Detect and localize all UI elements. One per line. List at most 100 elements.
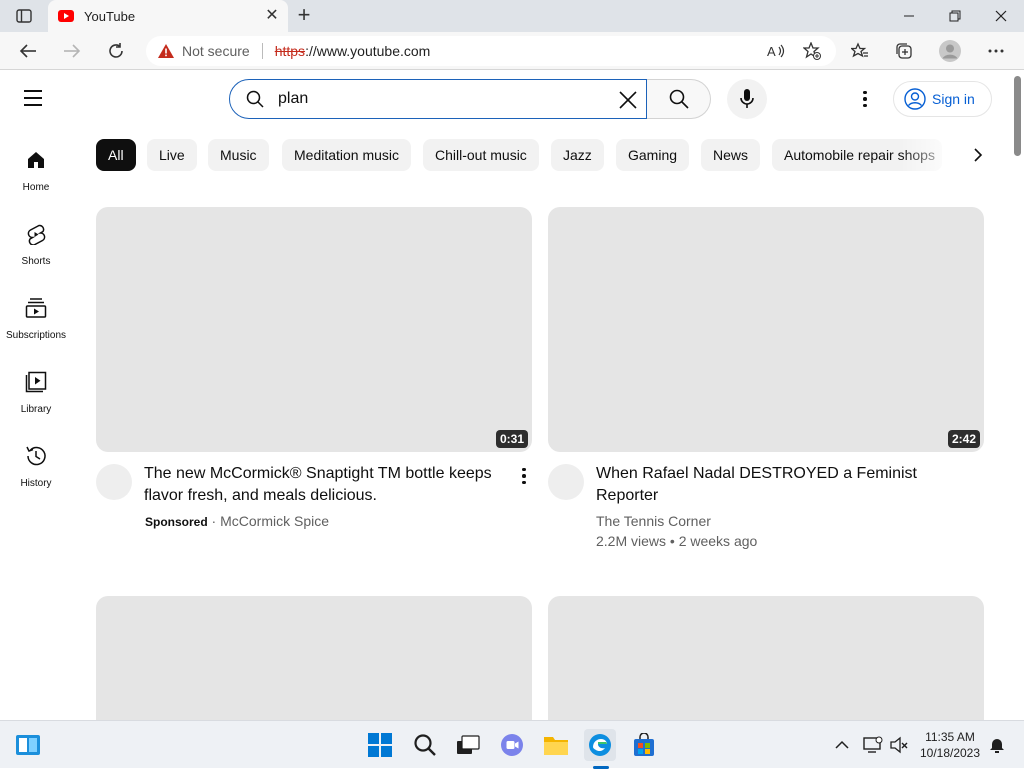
chip-gaming[interactable]: Gaming: [616, 139, 690, 171]
back-button[interactable]: [13, 36, 43, 66]
close-icon: [995, 10, 1007, 22]
new-tab-button[interactable]: +: [292, 4, 316, 28]
scrollbar-thumb[interactable]: [1014, 76, 1021, 156]
taskbar-search-button[interactable]: [409, 729, 441, 761]
add-favorite-button[interactable]: [797, 36, 827, 66]
url-host: ://www.youtube.com: [305, 43, 431, 59]
sidebar-item-label: Home: [22, 182, 50, 193]
search-input[interactable]: [278, 90, 598, 108]
task-view-button[interactable]: [452, 729, 484, 761]
chip-meditation-music[interactable]: Meditation music: [282, 139, 412, 171]
search-button[interactable]: [647, 79, 711, 119]
chat-icon: [501, 734, 523, 756]
system-clock[interactable]: 11:35 AM 10/18/2023: [918, 729, 982, 761]
network-status-button[interactable]: [860, 729, 886, 761]
video-menu-button[interactable]: [512, 464, 536, 488]
profile-button[interactable]: [935, 36, 965, 66]
chevron-up-icon: [835, 740, 849, 749]
tab-actions-button[interactable]: [12, 6, 36, 26]
start-button[interactable]: [364, 729, 396, 761]
account-circle-icon: [904, 88, 926, 110]
video-thumbnail[interactable]: 2:42: [548, 207, 984, 452]
sidebar-item-history[interactable]: History: [0, 440, 72, 514]
video-duration: 2:42: [947, 430, 980, 448]
channel-name[interactable]: The Tennis Corner: [596, 511, 711, 531]
collections-button[interactable]: [889, 36, 919, 66]
settings-menu-button[interactable]: [981, 36, 1011, 66]
voice-search-button[interactable]: [727, 79, 767, 119]
address-bar[interactable]: Not secure https://www.youtube.com: [146, 36, 836, 66]
channel-avatar[interactable]: [96, 464, 132, 500]
close-window-button[interactable]: [978, 0, 1024, 32]
read-aloud-button[interactable]: A: [761, 36, 791, 66]
close-icon: [619, 91, 637, 109]
dot: [522, 467, 526, 472]
browser-tab-youtube[interactable]: YouTube ✕: [48, 0, 288, 32]
sidebar-item-label: History: [20, 478, 52, 489]
chip-jazz[interactable]: Jazz: [551, 139, 604, 171]
favorites-button[interactable]: [845, 36, 875, 66]
url-scheme: https: [274, 43, 306, 59]
chip-music[interactable]: Music: [208, 139, 269, 171]
clear-search-button[interactable]: [616, 88, 640, 112]
teams-chat-button[interactable]: [496, 729, 528, 761]
close-tab-icon[interactable]: ✕: [262, 6, 282, 26]
search-box[interactable]: [229, 79, 647, 119]
forward-button[interactable]: [57, 36, 87, 66]
volume-button[interactable]: [886, 729, 912, 761]
shorts-icon: [24, 222, 48, 246]
refresh-button[interactable]: [101, 36, 131, 66]
video-thumbnail[interactable]: 0:31: [96, 207, 532, 452]
edge-icon: [589, 734, 611, 756]
url-text[interactable]: https://www.youtube.com: [275, 43, 431, 59]
minimize-button[interactable]: [886, 0, 932, 32]
chevron-right-icon: [974, 148, 983, 162]
dot: [863, 90, 867, 95]
settings-more-button[interactable]: [853, 87, 877, 111]
back-arrow-icon: [19, 44, 36, 58]
show-hidden-icons-button[interactable]: [830, 729, 854, 761]
favorites-icon: [851, 42, 868, 58]
chips-next-button[interactable]: [966, 143, 990, 167]
guide-menu-button[interactable]: [24, 86, 48, 110]
task-view-icon: [457, 735, 480, 754]
refresh-icon: [109, 43, 123, 58]
channel-avatar[interactable]: [548, 464, 584, 500]
chip-chill-out-music[interactable]: Chill-out music: [423, 139, 539, 171]
chip-news[interactable]: News: [701, 139, 761, 171]
file-explorer-button[interactable]: [540, 729, 572, 761]
clock-time: 11:35 AM: [925, 730, 975, 744]
minimize-icon: [904, 15, 914, 17]
widgets-button[interactable]: [12, 729, 44, 761]
microsoft-store-button[interactable]: [628, 729, 660, 761]
speaker-muted-icon: [890, 736, 908, 754]
warning-icon[interactable]: [158, 44, 174, 58]
video-thumbnail[interactable]: [548, 596, 984, 720]
restore-icon: [949, 10, 961, 22]
network-monitor-icon: [863, 736, 883, 753]
chip-all[interactable]: All: [96, 139, 136, 171]
channel-name[interactable]: McCormick Spice: [220, 513, 329, 529]
widgets-icon: [16, 735, 40, 755]
search-icon: [414, 734, 436, 756]
star-add-icon: [803, 42, 821, 60]
read-aloud-icon: A: [767, 44, 785, 59]
sign-in-button[interactable]: Sign in: [893, 81, 992, 117]
chip-live[interactable]: Live: [147, 139, 197, 171]
video-title[interactable]: The new McCormick® Snaptight TM bottle k…: [144, 463, 504, 507]
sponsored-label: Sponsored: [145, 515, 208, 529]
sidebar-item-library[interactable]: Library: [0, 366, 72, 440]
edge-browser-button[interactable]: [584, 729, 616, 761]
sidebar-item-label: Subscriptions: [5, 330, 67, 341]
notifications-button[interactable]: [985, 729, 1009, 761]
more-horizontal-icon: [988, 49, 1004, 53]
page-scrollbar[interactable]: [1012, 71, 1024, 720]
sidebar-item-shorts[interactable]: Shorts: [0, 218, 72, 292]
sidebar-item-home[interactable]: Home: [0, 144, 72, 218]
sidebar-item-subscriptions[interactable]: Subscriptions: [0, 292, 72, 366]
video-thumbnail[interactable]: [96, 596, 532, 720]
restore-button[interactable]: [932, 0, 978, 32]
not-secure-label[interactable]: Not secure: [182, 43, 250, 59]
browser-tab-bar: YouTube ✕ +: [0, 0, 1024, 32]
video-title[interactable]: When Rafael Nadal DESTROYED a Feminist R…: [596, 463, 956, 507]
